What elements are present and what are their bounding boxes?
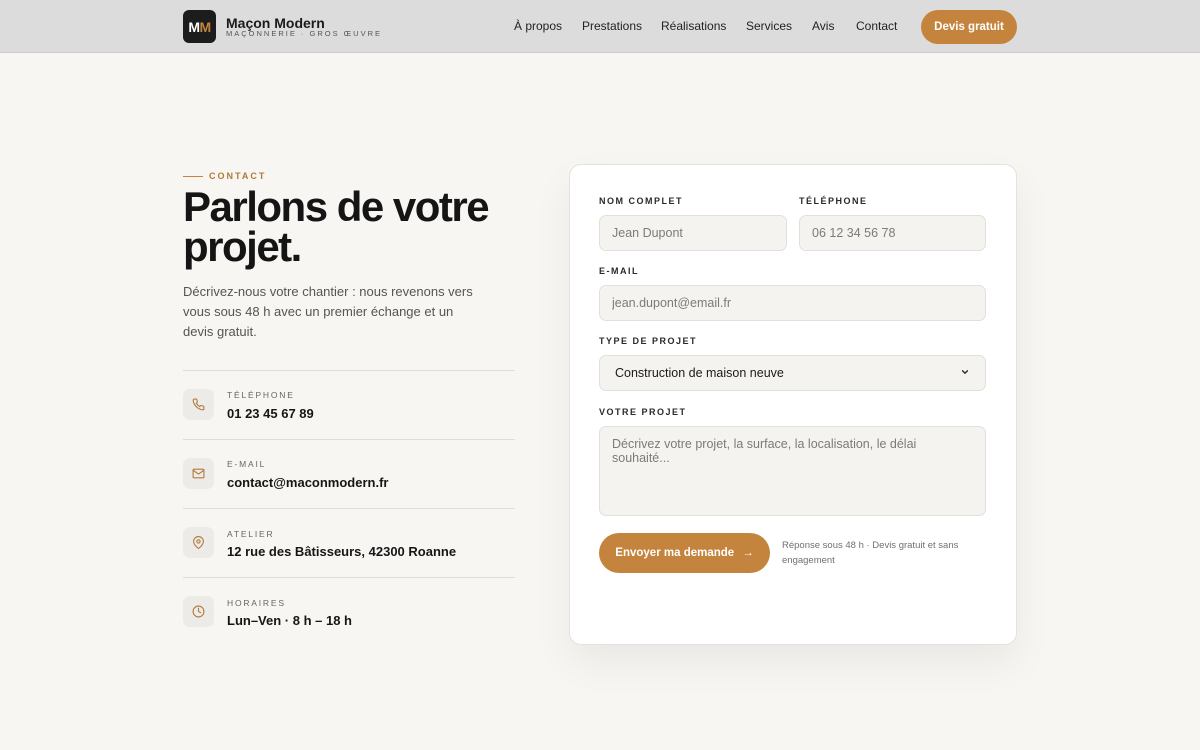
- nav-link-reviews[interactable]: Avis: [812, 19, 834, 33]
- name-input[interactable]: [599, 215, 787, 251]
- logo[interactable]: MM: [183, 10, 216, 43]
- project-description-textarea[interactable]: [599, 426, 986, 516]
- nav-link-services[interactable]: Services: [746, 19, 792, 33]
- project-description-label: VOTRE PROJET: [599, 407, 687, 417]
- phone-label: TÉLÉPHONE: [227, 390, 295, 400]
- form-note: Réponse sous 48 h · Devis gratuit et san…: [782, 540, 959, 566]
- logo-letter-2: M: [199, 18, 212, 35]
- clock-icon: [183, 596, 214, 627]
- hours-value: Lun–Ven · 8 h – 18 h: [227, 613, 352, 628]
- logo-letter-1: M: [188, 18, 200, 35]
- nav-link-projects[interactable]: Réalisations: [661, 19, 726, 33]
- divider: [183, 370, 515, 371]
- nav-link-about[interactable]: À propos: [514, 19, 562, 33]
- email-input[interactable]: [599, 285, 986, 321]
- divider: [183, 439, 515, 440]
- nav-link-services-list[interactable]: Prestations: [582, 19, 642, 33]
- hours-label: HORAIRES: [227, 598, 286, 608]
- workshop-label: ATELIER: [227, 529, 275, 539]
- arrow-right-icon: →: [742, 547, 754, 559]
- divider: [183, 508, 515, 509]
- project-type-select[interactable]: Construction de maison neuve: [599, 355, 986, 391]
- eyebrow-line: [183, 176, 203, 177]
- map-pin-icon: [183, 527, 214, 558]
- submit-button[interactable]: Envoyer ma demande →: [599, 533, 770, 573]
- project-type-label: TYPE DE PROJET: [599, 336, 698, 346]
- brand-tagline: MAÇONNERIE · GROS ŒUVRE: [226, 29, 383, 38]
- phone-field-label: TÉLÉPHONE: [799, 196, 868, 206]
- mail-icon: [183, 458, 214, 489]
- project-type-value: Construction de maison neuve: [615, 366, 784, 380]
- phone-icon: [183, 389, 214, 420]
- email-field-label: E-MAIL: [599, 266, 639, 276]
- page-title: Parlons de votre projet.: [183, 183, 490, 270]
- site-header: MM Maçon Modern MAÇONNERIE · GROS ŒUVRE …: [0, 0, 1200, 53]
- phone-value[interactable]: 01 23 45 67 89: [227, 406, 314, 421]
- free-quote-button[interactable]: Devis gratuit: [921, 10, 1017, 44]
- email-label: E-MAIL: [227, 459, 267, 469]
- email-value[interactable]: contact@maconmodern.fr: [227, 475, 388, 490]
- phone-input[interactable]: [799, 215, 986, 251]
- nav-link-contact[interactable]: Contact: [856, 19, 897, 33]
- name-label: NOM COMPLET: [599, 196, 683, 206]
- chevron-down-icon: [960, 366, 970, 380]
- intro-text: Décrivez-nous votre chantier : nous reve…: [183, 284, 473, 339]
- section-eyebrow: CONTACT: [209, 171, 267, 181]
- submit-label: Envoyer ma demande: [615, 547, 735, 559]
- divider: [183, 577, 515, 578]
- workshop-address: 12 rue des Bâtisseurs, 42300 Roanne: [227, 544, 457, 559]
